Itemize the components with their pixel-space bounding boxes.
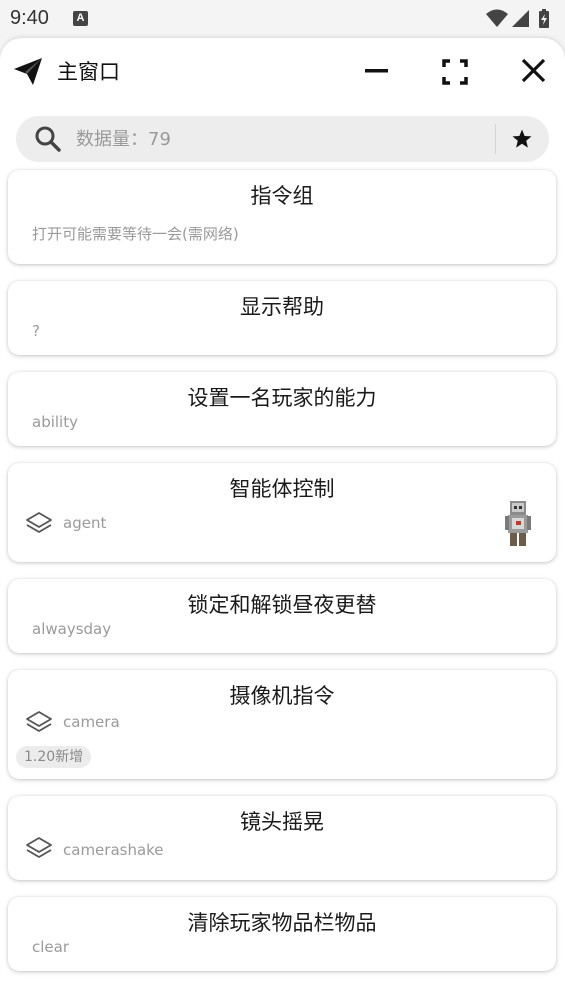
command-card[interactable]: 智能体控制 agent xyxy=(8,463,556,562)
command-card[interactable]: 摄像机指令 camera 1.20新增 xyxy=(8,670,556,779)
command-subtitle: camera xyxy=(63,713,120,731)
command-title: 摄像机指令 xyxy=(229,684,335,708)
search-bar xyxy=(16,116,549,162)
main-window: 主窗口 数据量：79 指令组 打开可能需要等待一会(需网络) 显示帮助 ? 设置… xyxy=(0,38,565,1004)
command-subtitle: agent xyxy=(63,514,107,532)
command-subtitle: clear xyxy=(32,938,70,956)
command-title: 清除玩家物品栏物品 xyxy=(187,911,377,935)
command-title: 指令组 xyxy=(250,184,314,208)
command-card[interactable]: 显示帮助 ? xyxy=(8,281,556,355)
notification-app-icon: A xyxy=(73,11,88,26)
star-icon[interactable] xyxy=(510,127,534,151)
status-indicators xyxy=(485,8,555,30)
status-bar: 9:40 A xyxy=(0,0,565,38)
minimize-button[interactable] xyxy=(357,52,397,92)
layers-icon xyxy=(26,512,52,533)
command-title: 镜头摇晃 xyxy=(240,810,324,834)
window-title: 主窗口 xyxy=(57,60,120,84)
command-card[interactable]: 设置一名玩家的能力 ability xyxy=(8,372,556,446)
paper-plane-icon xyxy=(14,58,42,85)
wifi-icon xyxy=(486,9,508,27)
command-title: 锁定和解锁昼夜更替 xyxy=(187,593,377,617)
search-input[interactable] xyxy=(76,116,476,162)
search-divider xyxy=(495,124,496,154)
status-time: 9:40 xyxy=(10,7,49,29)
command-subtitle: ability xyxy=(32,413,78,431)
agent-figure-icon xyxy=(505,501,531,546)
command-title: 智能体控制 xyxy=(229,477,335,501)
close-button[interactable] xyxy=(514,52,554,92)
fullscreen-icon xyxy=(442,59,468,85)
command-subtitle: camerashake xyxy=(63,841,164,859)
cell-signal-icon xyxy=(512,10,529,27)
version-badge: 1.20新增 xyxy=(16,746,92,768)
search-icon xyxy=(35,126,61,152)
command-card[interactable]: 锁定和解锁昼夜更替 alwaysday xyxy=(8,579,556,653)
layers-icon xyxy=(26,837,52,858)
command-title: 显示帮助 xyxy=(240,295,324,319)
minimize-icon xyxy=(365,69,388,73)
command-subtitle: alwaysday xyxy=(32,620,112,638)
battery-icon xyxy=(539,9,549,28)
command-subtitle: 打开可能需要等待一会(需网络) xyxy=(32,225,239,243)
command-card[interactable]: 镜头摇晃 camerashake xyxy=(8,796,556,880)
fullscreen-button[interactable] xyxy=(435,52,475,92)
command-card[interactable]: 清除玩家物品栏物品 clear xyxy=(8,897,556,971)
close-icon xyxy=(521,58,546,83)
command-subtitle: ? xyxy=(32,322,40,340)
layers-icon xyxy=(26,711,52,732)
title-bar: 主窗口 xyxy=(0,38,565,104)
command-card[interactable]: 指令组 打开可能需要等待一会(需网络) xyxy=(8,170,556,264)
command-title: 设置一名玩家的能力 xyxy=(187,386,377,410)
